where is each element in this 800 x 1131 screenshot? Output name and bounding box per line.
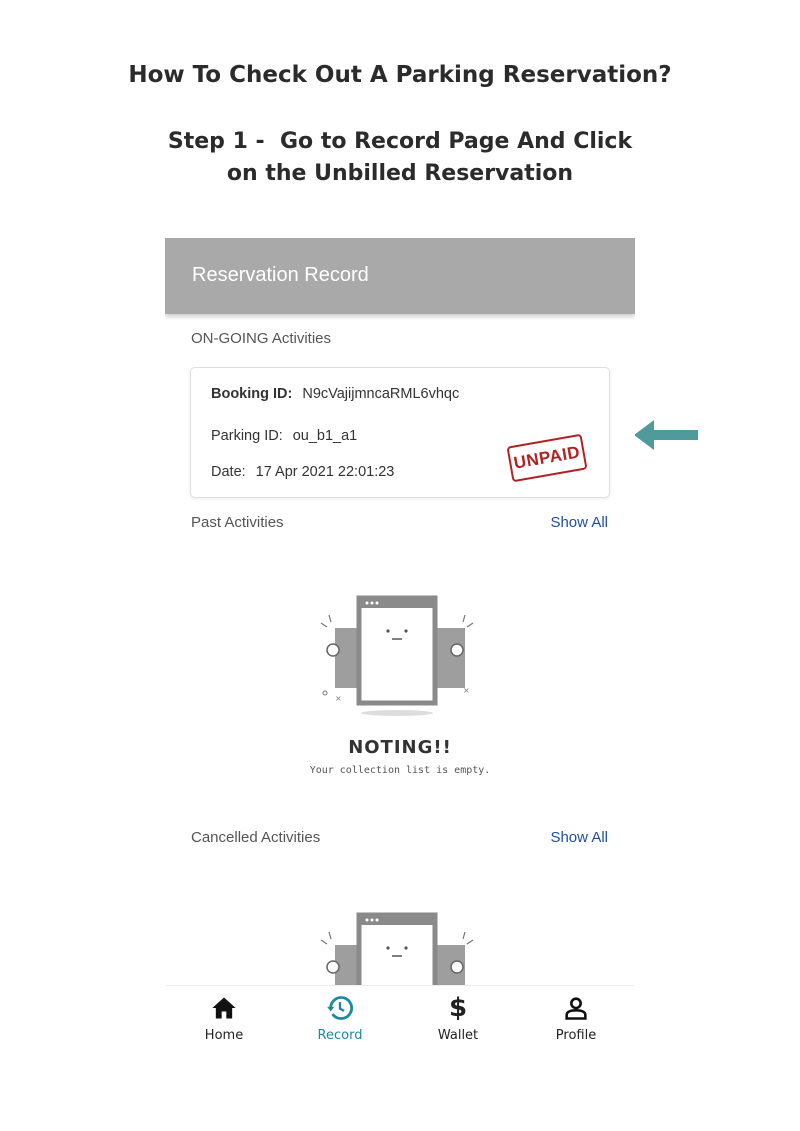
empty-list-illustration: × × [320, 595, 474, 716]
guide-step-instruction: Step 1 - Go to Record Page And Click on … [140, 126, 660, 190]
nav-item-home[interactable]: Home [184, 994, 264, 1043]
phone-screen: Reservation Record ON-GOING Activities B… [165, 238, 635, 1058]
empty-state-subtitle: Your collection list is empty. [309, 765, 491, 776]
date-label: Date: [211, 464, 246, 480]
booking-id-label: Booking ID: [211, 386, 293, 402]
parking-id-row: Parking ID: ou_b1_a1 [211, 428, 357, 444]
nav-item-wallet[interactable]: $ Wallet [418, 994, 498, 1043]
pointer-arrow-icon [634, 420, 698, 450]
date-row: Date: 17 Apr 2021 22:01:23 [211, 464, 394, 480]
history-icon [327, 996, 353, 1020]
booking-id-row: Booking ID: N9cVajijmncaRML6vhqc [211, 386, 459, 402]
user-icon [565, 997, 587, 1020]
empty-state-title: NOTING!! [348, 737, 452, 758]
date-value: 17 Apr 2021 22:01:23 [255, 464, 395, 480]
empty-list-illustration-cancelled [320, 912, 474, 988]
guide-step-line-1: Step 1 - Go to Record Page And Click [167, 129, 633, 154]
bottom-navigation: Home Record $ Wallet Profile [165, 985, 635, 1058]
nav-label-record: Record [317, 1028, 363, 1043]
parking-id-value: ou_b1_a1 [292, 428, 358, 444]
nav-label-profile: Profile [555, 1028, 597, 1043]
nav-item-profile[interactable]: Profile [536, 994, 616, 1043]
nav-label-wallet: Wallet [437, 1028, 479, 1043]
home-icon [212, 997, 236, 1019]
parking-id-label: Parking ID: [211, 428, 283, 444]
cancelled-section-label: Cancelled Activities [191, 829, 321, 846]
ongoing-reservation-card[interactable]: Booking ID: N9cVajijmncaRML6vhqc Parking … [190, 367, 610, 498]
svg-text:×: × [463, 686, 470, 695]
dollar-icon: $ [448, 993, 468, 1023]
svg-text:×: × [335, 694, 342, 703]
past-section-label: Past Activities [191, 514, 284, 531]
nav-label-home: Home [204, 1028, 244, 1043]
nav-item-record[interactable]: Record [300, 994, 380, 1043]
app-bar: Reservation Record [165, 238, 635, 314]
booking-id-value: N9cVajijmncaRML6vhqc [302, 386, 460, 402]
app-bar-title: Reservation Record [192, 264, 369, 286]
guide-title: How To Check Out A Parking Reservation? [128, 62, 672, 88]
cancelled-show-all-link[interactable]: Show All [550, 829, 608, 846]
ongoing-section-label: ON-GOING Activities [191, 330, 332, 347]
past-show-all-link[interactable]: Show All [550, 514, 608, 531]
guide-step-line-2: on the Unbilled Reservation [226, 161, 574, 186]
unpaid-stamp: UNPAID [506, 433, 588, 483]
